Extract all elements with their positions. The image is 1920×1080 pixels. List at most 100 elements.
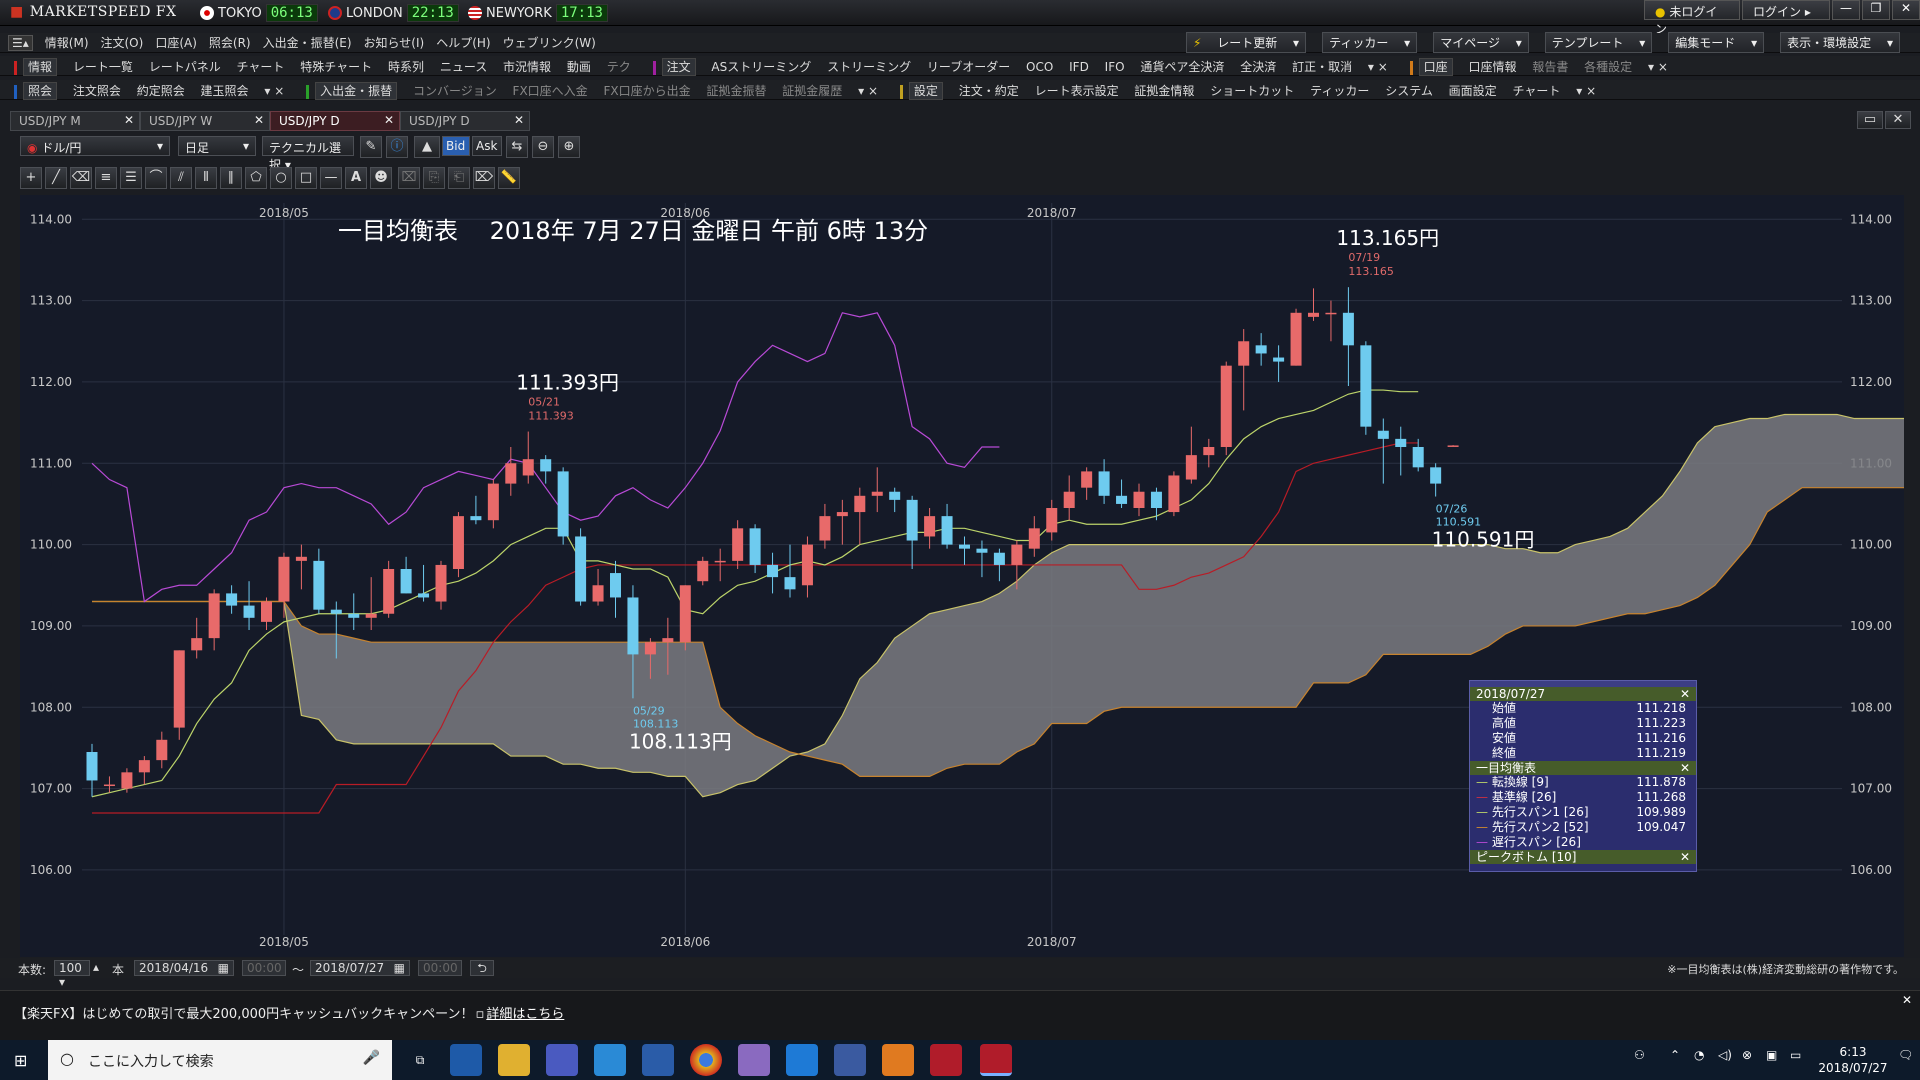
ime-icon[interactable]: ▣ <box>1766 1048 1777 1062</box>
copy-icon[interactable]: ⎘ <box>423 167 445 189</box>
tb-deposit[interactable]: FX口座へ入金 <box>513 84 588 98</box>
tb-chart-settings[interactable]: チャート <box>1513 84 1561 98</box>
tag-inquiry[interactable]: 照会 <box>23 82 58 100</box>
from-date-field[interactable]: 2018/04/16 ▦ <box>134 960 234 976</box>
zoom-in-icon[interactable]: ⊕ <box>558 136 580 158</box>
tb-streaming[interactable]: ストリーミング <box>827 60 911 74</box>
tb-oco[interactable]: OCO <box>1026 60 1053 74</box>
tb-rate-panel[interactable]: レートパネル <box>149 60 221 74</box>
network-icon[interactable]: ◔ <box>1694 1048 1704 1062</box>
menu-order[interactable]: 注文(O) <box>101 34 144 51</box>
tb-market-info[interactable]: 市況情報 <box>503 60 551 74</box>
close-icon[interactable]: ✕ <box>1680 761 1690 775</box>
marketspeed-icon[interactable] <box>930 1044 962 1076</box>
taskbar-search[interactable]: ○ ここに入力して検索 🎤 <box>48 1040 392 1080</box>
tb-system[interactable]: システム <box>1385 84 1433 98</box>
tb-video[interactable]: 動画 <box>567 60 591 74</box>
chevron-down-icon[interactable]: ▾ × <box>264 84 284 98</box>
icon-tool-icon[interactable]: ☻ <box>370 167 392 189</box>
chevron-down-icon[interactable]: ▾ × <box>1576 84 1596 98</box>
technical-select[interactable]: テクニカル選択 ▾ <box>262 136 354 172</box>
tb-ifo[interactable]: IFO <box>1105 60 1125 74</box>
chart-area[interactable]: 114.00 114.00 113.00 113.00 112.00 112.00 111.… <box>20 195 1904 957</box>
trendline-icon[interactable]: ╱ <box>45 167 67 189</box>
count-select[interactable]: 100 ▾ <box>54 960 90 989</box>
zoom-out-icon[interactable]: ⊖ <box>532 136 554 158</box>
menu-account[interactable]: 口座(A) <box>155 34 197 51</box>
tb-withdraw[interactable]: FX口座から出金 <box>604 84 691 98</box>
menu-weblink[interactable]: ウェブリンク(W) <box>503 34 596 51</box>
period-select[interactable]: 日足 ▾ <box>178 136 256 156</box>
ie-icon[interactable] <box>450 1044 482 1076</box>
tab-usdjpy-d[interactable]: USD/JPY D ✕ <box>400 111 530 131</box>
compare-icon[interactable]: ⇆ <box>506 136 528 158</box>
tb-order-inquiry[interactable]: 注文照会 <box>73 84 121 98</box>
tb-as-streaming[interactable]: ASストリーミング <box>711 60 811 74</box>
menu-notice[interactable]: お知らせ(I) <box>364 34 425 51</box>
windows-start-icon[interactable]: ⊞ <box>14 1051 27 1070</box>
tb-all-settle[interactable]: 全決済 <box>1240 60 1276 74</box>
ticker-menu-button[interactable]: ティッカー ▾ <box>1322 32 1418 53</box>
close-icon[interactable]: ✕ <box>1680 850 1690 864</box>
tb-pair-settle[interactable]: 通貨ペア全決済 <box>1140 60 1224 74</box>
chevron-up-icon[interactable]: ⌃ <box>1670 1048 1680 1062</box>
edit-mode-button[interactable]: 編集モード ▾ <box>1668 32 1765 53</box>
maximize-icon[interactable]: ❐ <box>1862 0 1890 20</box>
tb-rate-list[interactable]: レート一覧 <box>73 60 133 74</box>
notification-icon[interactable]: 🗨 <box>1898 1048 1913 1062</box>
tb-chart[interactable]: チャート <box>237 60 285 74</box>
fan-icon[interactable]: ⌒ <box>145 167 167 189</box>
close-icon[interactable]: ✕ <box>1885 111 1911 129</box>
close-icon[interactable]: ✕ <box>384 113 394 127</box>
tag-settings[interactable]: 設定 <box>908 82 943 100</box>
explorer-icon[interactable] <box>498 1044 530 1076</box>
tb-conversion[interactable]: コンバージョン <box>413 84 497 98</box>
tb-rate-display[interactable]: レート表示設定 <box>1035 84 1119 98</box>
tb-shortcut[interactable]: ショートカット <box>1210 84 1294 98</box>
tab-usdjpy-d-active[interactable]: USD/JPY D ✕ <box>270 111 400 131</box>
tb-margin-history[interactable]: 証拠金履歴 <box>782 84 842 98</box>
marketspeed-fx-icon[interactable] <box>980 1044 1012 1076</box>
close-icon[interactable]: ✕ <box>1680 687 1690 701</box>
tb-tech[interactable]: テク <box>607 60 631 74</box>
volume-icon[interactable]: ◁) <box>1718 1048 1732 1062</box>
menu-help[interactable]: ヘルプ(H) <box>436 34 490 51</box>
text-icon[interactable]: A <box>345 167 367 189</box>
tb-order-exec[interactable]: 注文・約定 <box>959 84 1019 98</box>
hlines2-icon[interactable]: ☰ <box>120 167 142 189</box>
hlines-icon[interactable]: ≡ <box>95 167 117 189</box>
eraser-all-icon[interactable]: ⌦ <box>473 167 495 189</box>
close-icon[interactable]: ✕ <box>124 113 134 127</box>
close-icon[interactable]: ✕ <box>1892 0 1920 20</box>
ticker-link[interactable]: 詳細はこちら <box>486 1007 564 1022</box>
pen-icon[interactable]: ✎ <box>360 136 382 158</box>
from-time-field[interactable]: 00:00 <box>242 960 286 976</box>
tb-special-chart[interactable]: 特殊チャート <box>300 60 372 74</box>
bid-toggle[interactable]: Bid <box>442 136 470 156</box>
keyboard-icon[interactable]: ▭ <box>1790 1048 1801 1062</box>
currency-pair-select[interactable]: ◉ ドル/円 ▾ <box>20 136 170 156</box>
window-app-icon[interactable] <box>594 1044 626 1076</box>
chevron-down-icon[interactable]: ▾ × <box>858 84 878 98</box>
crosshair-icon[interactable]: + <box>20 167 42 189</box>
microphone-icon[interactable]: 🎤 <box>363 1050 380 1066</box>
menu-inquiry[interactable]: 照会(R) <box>209 34 251 51</box>
tb-news[interactable]: ニュース <box>440 60 487 74</box>
chevron-down-icon[interactable]: ▾ × <box>1368 60 1388 74</box>
refresh-icon[interactable]: ⮌ <box>470 960 494 976</box>
tb-margin-info[interactable]: 証拠金情報 <box>1134 84 1194 98</box>
window-restore-icon[interactable]: ▭ <box>1857 111 1883 129</box>
close-icon[interactable]: ✕ <box>1902 993 1912 1007</box>
chevron-down-icon[interactable]: ▾ × <box>1648 60 1668 74</box>
word-icon[interactable] <box>642 1044 674 1076</box>
info-panel[interactable]: 2018/07/27 ✕ 始値 111.218 高値 111.223 安値 111.21… <box>1469 680 1697 872</box>
chrome-icon[interactable] <box>690 1044 722 1076</box>
rate-update-button[interactable]: ⚡ レート更新 ▾ <box>1185 32 1307 53</box>
mypage-menu-button[interactable]: マイページ ▾ <box>1433 32 1529 53</box>
close-icon[interactable]: ✕ <box>514 113 524 127</box>
app-orange-icon[interactable] <box>882 1044 914 1076</box>
app-grid-icon[interactable] <box>546 1044 578 1076</box>
close-icon[interactable]: ✕ <box>254 113 264 127</box>
people-icon[interactable]: ⚇ <box>1634 1048 1645 1062</box>
login-button[interactable]: ログイン ▸ <box>1742 0 1830 20</box>
